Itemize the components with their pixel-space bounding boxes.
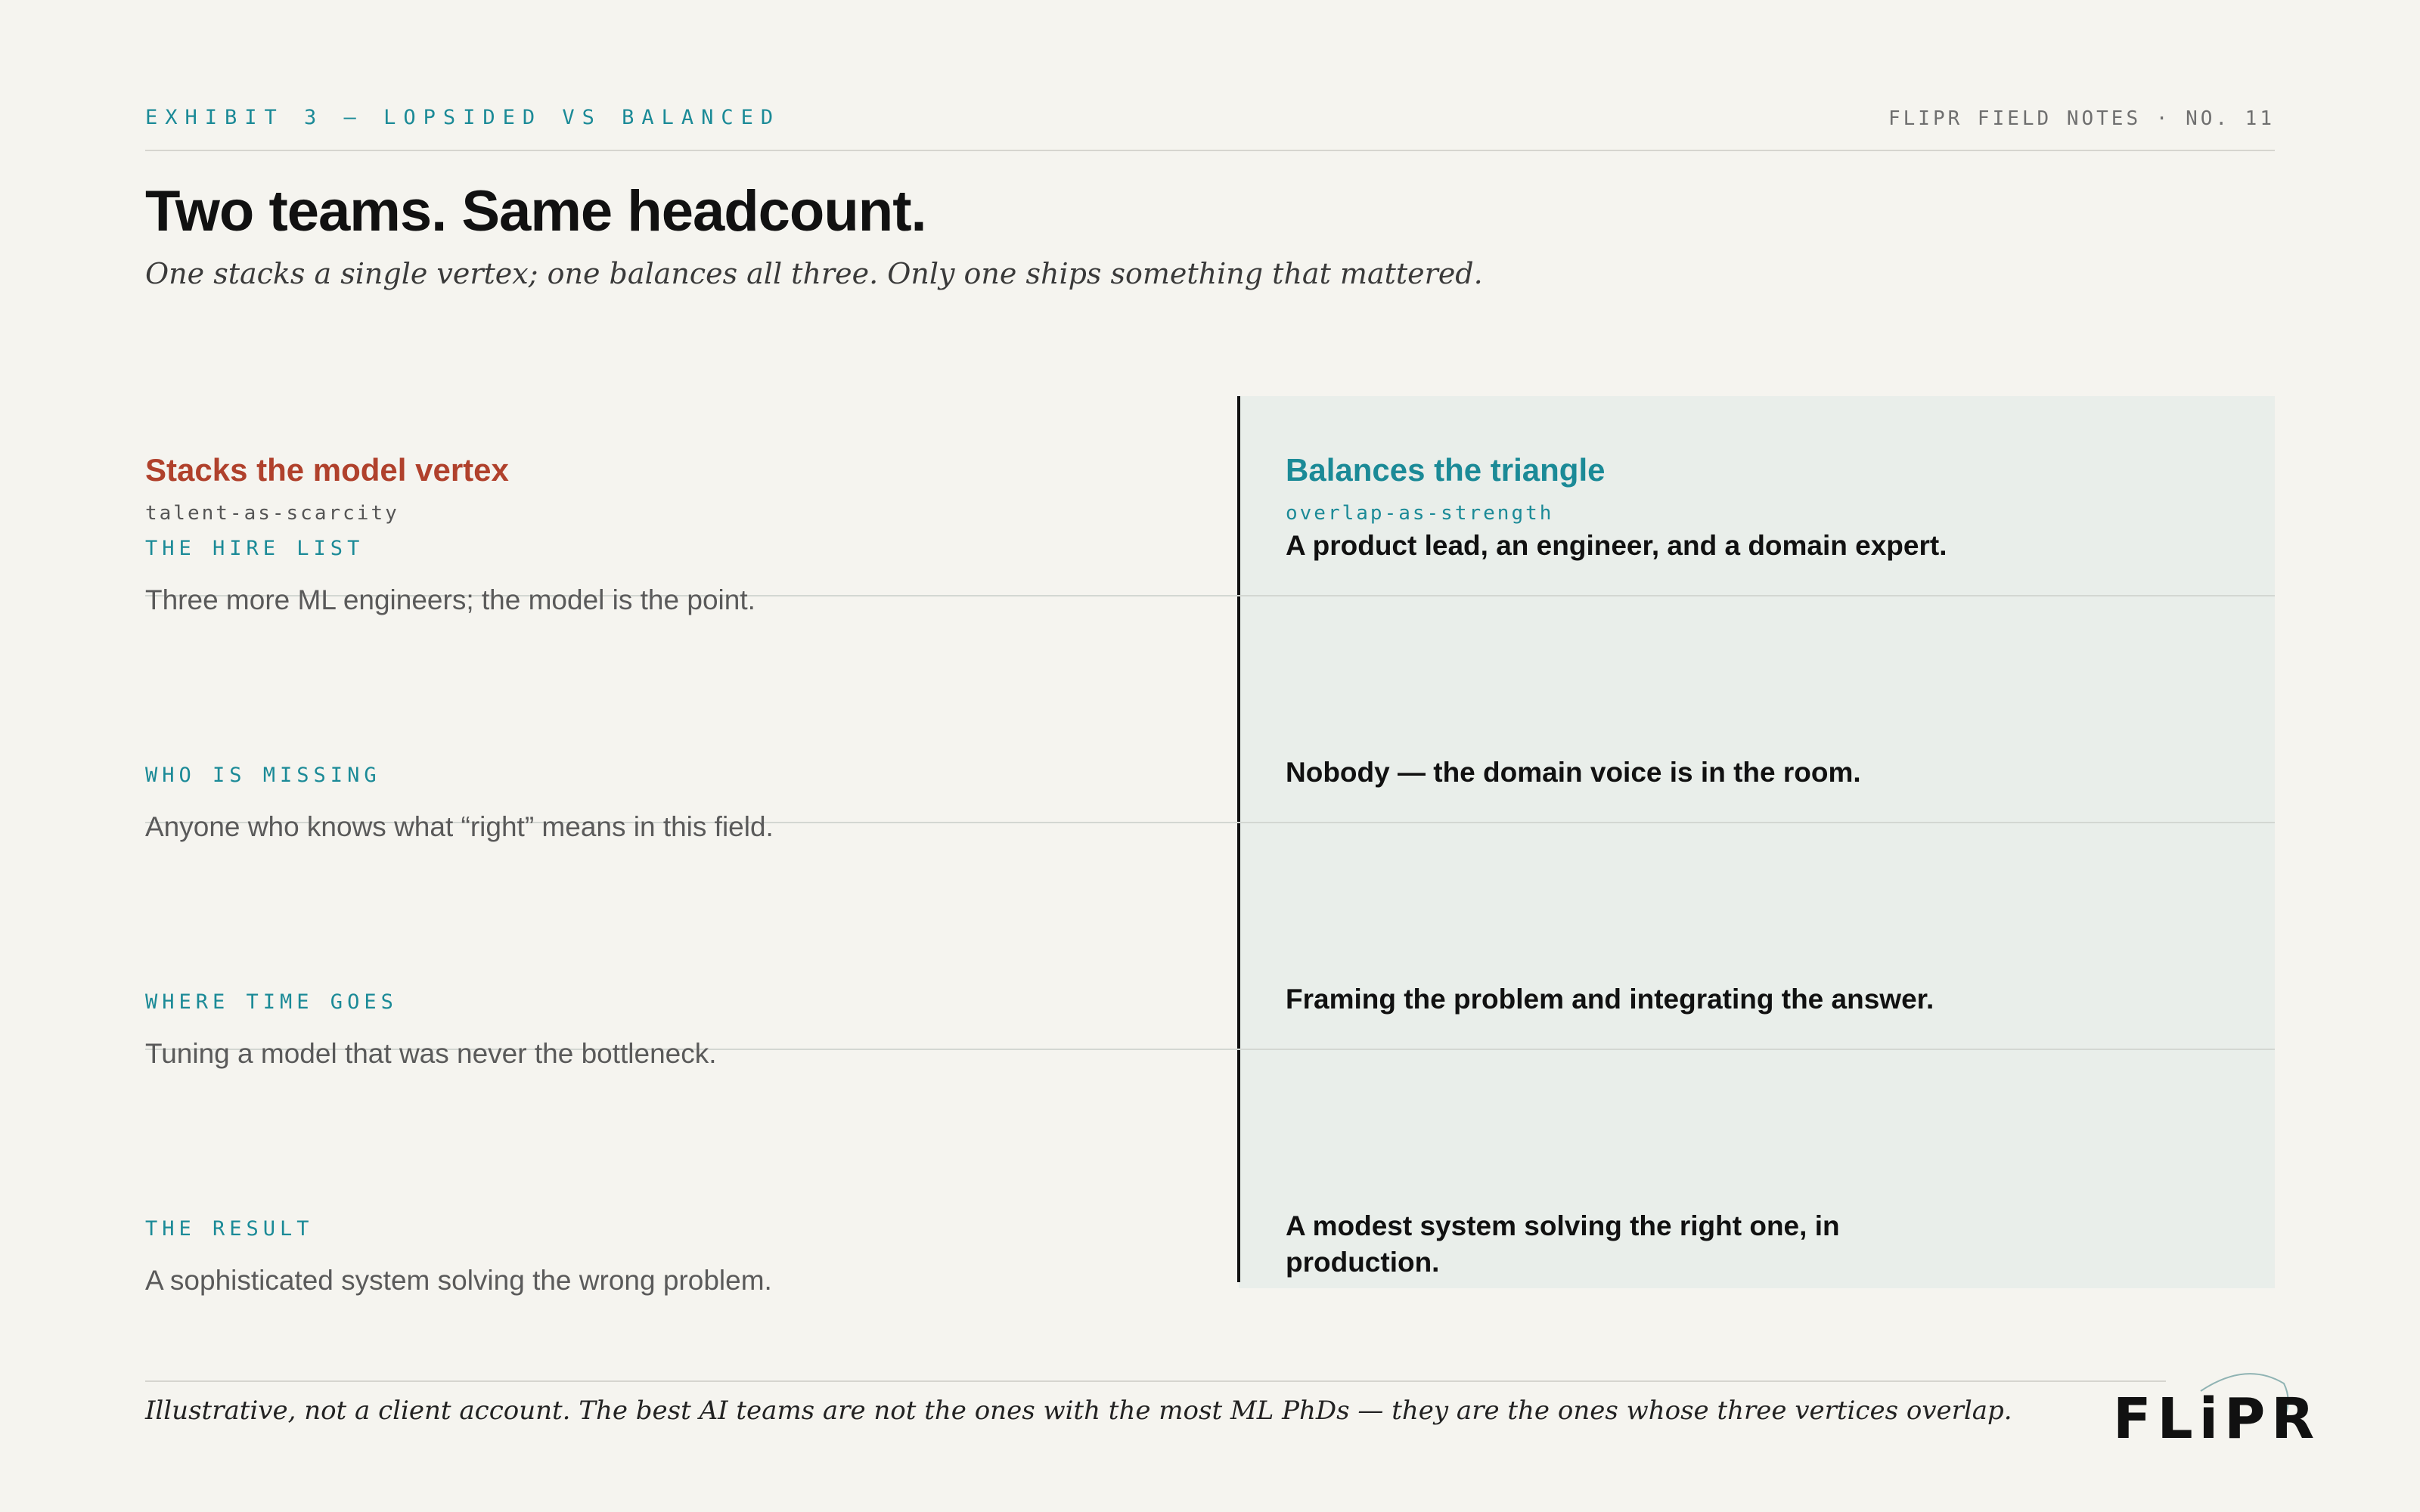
row-label-result: THE RESULT [145,1217,314,1241]
lopsided-heading: Stacks the model vertex [145,452,509,488]
logo-text: FLiPR [2113,1387,2321,1452]
row-label-time: WHERE TIME GOES [145,990,398,1014]
lopsided-who-missing: Anyone who knows what “right” means in t… [145,811,774,842]
row-label-who-missing: WHO IS MISSING [145,764,381,787]
balanced-result: A modest system solving the right one, i… [1286,1210,1840,1278]
exhibit-label: EXHIBIT 3 — LOPSIDED VS BALANCED [145,106,781,129]
balanced-tag: overlap-as-strength [1286,502,1554,525]
flipr-logo: FLiPR [2110,1361,2314,1452]
balanced-heading: Balances the triangle [1286,452,1606,488]
footer-divider [145,1380,2166,1382]
balanced-hire-list: A product lead, an engineer, and a domai… [1286,530,1947,561]
footnote: Illustrative, not a client account. The … [145,1396,2012,1426]
page-title: Two teams. Same headcount. [145,179,927,243]
balanced-who-missing: Nobody — the domain voice is in the room… [1286,757,1861,788]
lopsided-result: A sophisticated system solving the wrong… [145,1265,772,1296]
header-divider [145,150,2275,151]
lopsided-tag: talent-as-scarcity [145,502,399,525]
page-subtitle: One stacks a single vertex; one balances… [145,257,1483,290]
series-label: FLIPR FIELD NOTES · NO. 11 [1888,107,2275,130]
column-divider [1237,396,1240,1282]
row-label-hire-list: THE HIRE LIST [145,537,365,560]
lopsided-hire-list: Three more ML engineers; the model is th… [145,584,755,615]
balanced-time: Framing the problem and integrating the … [1286,984,1934,1015]
lopsided-time: Tuning a model that was never the bottle… [145,1038,717,1069]
